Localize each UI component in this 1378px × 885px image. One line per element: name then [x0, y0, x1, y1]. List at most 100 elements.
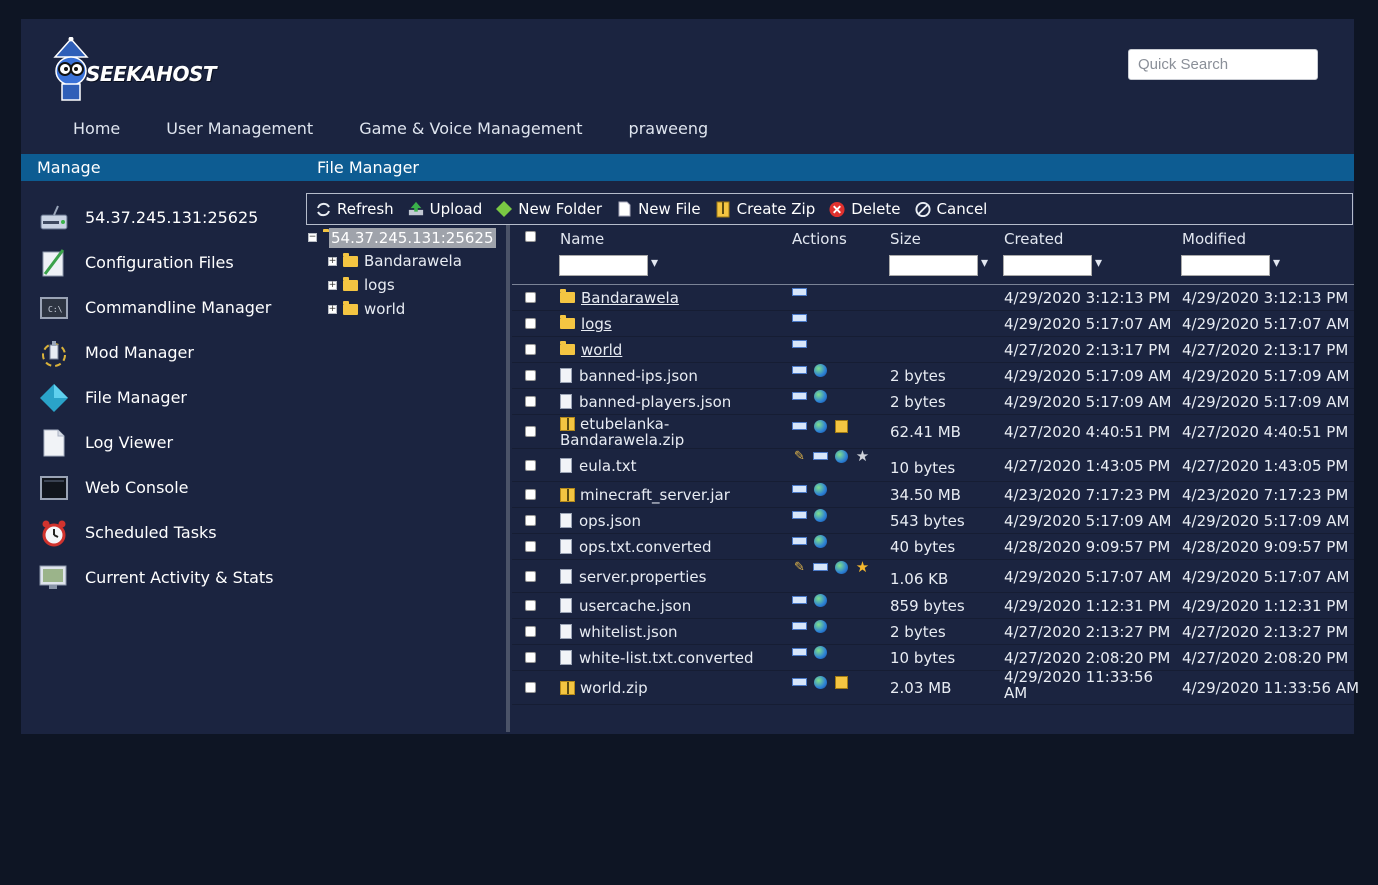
row-checkbox[interactable]	[525, 426, 536, 437]
collapse-icon[interactable]: −	[308, 233, 317, 242]
new-folder-button[interactable]: New Folder	[496, 200, 602, 218]
download-globe-icon[interactable]	[813, 419, 828, 433]
sidebar-item-server[interactable]: 54.37.245.131:25625	[39, 195, 309, 240]
table-row[interactable]: eula.txt ✎ ★ 10 bytes 4/27/2020 1:43:05 PM 4/…	[512, 447, 1354, 482]
file-name-cell[interactable]: banned-ips.json	[560, 367, 698, 385]
file-name-cell[interactable]: whitelist.json	[560, 623, 678, 641]
row-checkbox[interactable]	[525, 370, 536, 381]
rename-icon[interactable]	[792, 646, 807, 658]
rename-icon[interactable]	[792, 286, 807, 298]
table-row[interactable]: usercache.json 859 bytes 4/29/2020 1:12:31…	[512, 593, 1354, 619]
folder-link[interactable]: world	[581, 341, 622, 359]
delete-button[interactable]: Delete	[829, 200, 901, 218]
expand-icon[interactable]: +	[328, 280, 337, 290]
download-globe-icon[interactable]	[813, 619, 828, 633]
table-row[interactable]: minecraft_server.jar 34.50 MB 4/23/2020 7:…	[512, 482, 1354, 508]
download-globe-icon[interactable]	[813, 593, 828, 607]
file-name-cell[interactable]: logs	[560, 315, 612, 333]
file-name[interactable]: minecraft_server.jar	[580, 486, 730, 504]
table-row[interactable]: banned-ips.json 2 bytes 4/29/2020 5:17:09 …	[512, 363, 1354, 389]
created-filter-input[interactable]	[1003, 255, 1102, 276]
cancel-button[interactable]: Cancel	[915, 200, 987, 218]
sidebar-item-file-manager[interactable]: File Manager	[39, 375, 309, 420]
favorite-star-icon[interactable]: ★	[855, 558, 870, 576]
table-row[interactable]: ops.txt.converted 40 bytes 4/28/2020 9:09:…	[512, 534, 1354, 560]
download-globe-icon[interactable]	[813, 675, 828, 689]
tree-root-label[interactable]: 54.37.245.131:25625	[329, 227, 496, 248]
row-checkbox[interactable]	[525, 515, 536, 526]
download-globe-icon[interactable]	[834, 449, 849, 463]
refresh-button[interactable]: Refresh	[315, 200, 394, 218]
new-file-button[interactable]: New File	[616, 200, 701, 218]
table-row[interactable]: etubelanka- Bandarawela.zip 62.41 MB 4/27/2…	[512, 415, 1354, 449]
column-header-created[interactable]: Created	[1004, 230, 1063, 248]
size-filter-input[interactable]	[889, 255, 988, 276]
file-name[interactable]: world.zip	[580, 679, 648, 697]
row-checkbox[interactable]	[525, 541, 536, 552]
quick-search-input[interactable]	[1128, 49, 1318, 80]
table-row[interactable]: whitelist.json 2 bytes 4/27/2020 2:13:27 P…	[512, 619, 1354, 645]
file-name[interactable]: white-list.txt.converted	[579, 649, 754, 667]
edit-pencil-icon[interactable]: ✎	[792, 560, 807, 575]
row-checkbox[interactable]	[525, 571, 536, 582]
sidebar-item-scheduled-tasks[interactable]: Scheduled Tasks	[39, 510, 309, 555]
tree-node-world[interactable]: + world	[308, 297, 488, 321]
rename-icon[interactable]	[792, 338, 807, 350]
table-row[interactable]: white-list.txt.converted 10 bytes 4/27/202…	[512, 645, 1354, 671]
nav-game-voice-management[interactable]: Game & Voice Management	[359, 119, 582, 138]
rename-icon[interactable]	[813, 561, 828, 573]
column-header-name[interactable]: Name	[560, 230, 604, 248]
row-checkbox[interactable]	[525, 600, 536, 611]
download-globe-icon[interactable]	[813, 534, 828, 548]
extract-zip-icon[interactable]	[834, 419, 849, 433]
rename-icon[interactable]	[792, 390, 807, 402]
file-name-cell[interactable]: minecraft_server.jar	[560, 486, 730, 504]
rename-icon[interactable]	[792, 535, 807, 547]
sidebar-item-current-activity-stats[interactable]: Current Activity & Stats	[39, 555, 309, 600]
select-all-checkbox[interactable]	[525, 231, 536, 242]
seekahost-logo[interactable]: SEEKAHOST	[51, 36, 217, 107]
tree-node-label[interactable]: Bandarawela	[364, 252, 462, 270]
sidebar-item-mod-manager[interactable]: Mod Manager	[39, 330, 309, 375]
file-name-cell[interactable]: banned-players.json	[560, 393, 731, 411]
row-checkbox[interactable]	[525, 396, 536, 407]
table-row[interactable]: banned-players.json 2 bytes 4/29/2020 5:17…	[512, 389, 1354, 415]
column-header-modified[interactable]: Modified	[1182, 230, 1246, 248]
extract-zip-icon[interactable]	[834, 675, 849, 689]
tree-node-label[interactable]: world	[364, 300, 405, 318]
nav-user-account[interactable]: praweeng	[629, 119, 709, 138]
table-row[interactable]: logs 4/29/2020 5:17:07 AM 4/29/2020 5:17:0…	[512, 311, 1354, 337]
expand-icon[interactable]: +	[328, 304, 337, 314]
file-name-cell[interactable]: ops.txt.converted	[560, 538, 712, 556]
file-name-continued[interactable]: Bandarawela.zip	[560, 431, 684, 449]
file-name[interactable]: ops.txt.converted	[579, 538, 712, 556]
sidebar-item-web-console[interactable]: Web Console	[39, 465, 309, 510]
file-name-cell[interactable]: world.zip	[560, 679, 648, 697]
row-checkbox[interactable]	[525, 489, 536, 500]
row-checkbox[interactable]	[525, 460, 536, 471]
download-globe-icon[interactable]	[813, 508, 828, 522]
rename-icon[interactable]	[792, 312, 807, 324]
file-name[interactable]: usercache.json	[579, 597, 691, 615]
folder-link[interactable]: Bandarawela	[581, 289, 679, 307]
tree-node-bandarawela[interactable]: + Bandarawela	[308, 249, 488, 273]
row-checkbox[interactable]	[525, 652, 536, 663]
sidebar-item-configuration-files[interactable]: Configuration Files	[39, 240, 309, 285]
nav-user-management[interactable]: User Management	[166, 119, 313, 138]
rename-icon[interactable]	[792, 483, 807, 495]
file-name-cell[interactable]: Bandarawela	[560, 289, 679, 307]
row-checkbox[interactable]	[525, 344, 536, 355]
rename-icon[interactable]	[813, 450, 828, 462]
table-row[interactable]: Bandarawela 4/29/2020 3:12:13 PM 4/29/2020…	[512, 285, 1354, 311]
download-globe-icon[interactable]	[834, 560, 849, 574]
edit-pencil-icon[interactable]: ✎	[792, 449, 807, 464]
file-name[interactable]: ops.json	[579, 512, 641, 530]
download-globe-icon[interactable]	[813, 482, 828, 496]
rename-icon[interactable]	[792, 509, 807, 521]
rename-icon[interactable]	[792, 420, 807, 432]
rename-icon[interactable]	[792, 364, 807, 376]
file-name-cell[interactable]: white-list.txt.converted	[560, 649, 754, 667]
file-name-cell[interactable]: server.properties	[560, 568, 706, 586]
expand-icon[interactable]: +	[328, 256, 337, 266]
download-globe-icon[interactable]	[813, 363, 828, 377]
